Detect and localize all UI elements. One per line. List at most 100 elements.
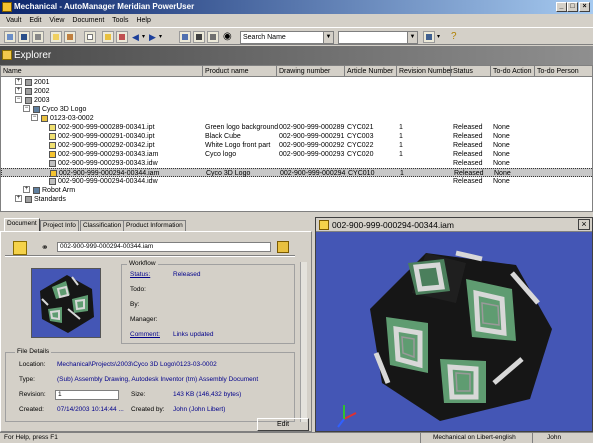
- cell-revision: 1: [399, 133, 403, 140]
- table-row[interactable]: 002-900-999-000293-00343.idw Released None: [1, 159, 592, 168]
- tab-classification[interactable]: Classification: [80, 220, 125, 231]
- row-name-text: 002-900-999-000294-00344.idw: [58, 178, 158, 185]
- folder-icon: [41, 114, 48, 122]
- view-thumbs-icon[interactable]: [207, 31, 219, 43]
- comment-link[interactable]: Comment:: [130, 331, 160, 338]
- open-folder-icon[interactable]: [277, 241, 289, 253]
- document-tabs: Document Project Info Classification Pro…: [0, 217, 312, 231]
- axis-triad: [337, 405, 357, 428]
- save-icon[interactable]: [18, 31, 30, 43]
- revision-label: Revision:: [19, 391, 46, 398]
- cabinet-icon: [25, 78, 32, 86]
- search-mode-combo[interactable]: Search Name ▼: [240, 31, 334, 44]
- row-name-text: Standards: [34, 196, 66, 203]
- revision-field[interactable]: 1: [55, 390, 119, 400]
- close-button[interactable]: ×: [579, 2, 590, 12]
- viewer-title: 002-900-999-000294-00344.iam: [332, 220, 454, 230]
- model-render[interactable]: [316, 233, 592, 431]
- table-row[interactable]: +2001: [1, 78, 592, 87]
- expand-icon[interactable]: +: [15, 195, 22, 202]
- table-row[interactable]: 002-900-999-000289-00341.ipt Green logo b…: [1, 123, 592, 132]
- viewer-close-button[interactable]: ×: [578, 219, 590, 230]
- tab-product-information[interactable]: Product Information: [123, 220, 186, 231]
- table-row[interactable]: − 2003: [1, 96, 592, 105]
- manager-label: Manager:: [130, 316, 158, 323]
- search-text-combo[interactable]: ▼: [338, 31, 418, 44]
- forward-dropdown-icon[interactable]: ▾: [159, 33, 162, 40]
- chevron-down-icon[interactable]: ▼: [323, 32, 333, 43]
- tab-document[interactable]: Document: [4, 218, 40, 231]
- chevron-down-icon[interactable]: ▼: [407, 32, 417, 43]
- cell-article: CYC021: [347, 124, 374, 131]
- column-name[interactable]: Name: [1, 66, 203, 77]
- column-revision-number[interactable]: Revision Number: [397, 66, 453, 77]
- minimize-button[interactable]: _: [556, 2, 567, 12]
- column-status[interactable]: Status: [451, 66, 491, 77]
- menu-view[interactable]: View: [49, 17, 64, 24]
- drawing-icon: [49, 159, 56, 167]
- collapse-icon[interactable]: −: [15, 96, 22, 103]
- row-name: Robot Arm: [33, 186, 75, 195]
- cell-todo: None: [493, 178, 510, 185]
- menu-edit[interactable]: Edit: [29, 17, 41, 24]
- help-icon[interactable]: ?: [451, 31, 457, 42]
- expand-icon[interactable]: +: [15, 87, 22, 94]
- collapse-icon[interactable]: −: [23, 105, 30, 112]
- edit-button[interactable]: Edit: [257, 418, 309, 431]
- status-link[interactable]: Status:: [130, 271, 150, 278]
- model-viewer[interactable]: 002-900-999-000294-00344.iam ×: [315, 217, 593, 432]
- toolbar: ◀ ▾ ▶ ▾ ◉ Search Name ▼ ▼ ▾ ?: [0, 27, 593, 45]
- expand-icon[interactable]: +: [15, 78, 22, 85]
- column-todo-person[interactable]: To-do Person: [535, 66, 592, 77]
- cell-drawing: 002-900-999-000292: [279, 142, 345, 149]
- view-details-icon[interactable]: [193, 31, 205, 43]
- maximize-button[interactable]: □: [567, 2, 578, 12]
- search-options-dropdown-icon[interactable]: ▾: [437, 33, 440, 40]
- table-row[interactable]: 002-900-999-000291-00340.ipt Black Cube 00…: [1, 132, 592, 141]
- menu-document[interactable]: Document: [72, 17, 104, 24]
- find-icon[interactable]: ◉: [223, 31, 232, 42]
- menu-vault[interactable]: Vault: [6, 17, 21, 24]
- row-name: 2002: [25, 87, 50, 96]
- explorer-grid[interactable]: Name Product name Drawing number Article…: [0, 65, 593, 212]
- cell-product: Black Cube: [205, 133, 241, 140]
- table-row[interactable]: − Cyco 3D Logo: [1, 105, 592, 114]
- table-row[interactable]: + Standards: [1, 195, 592, 204]
- row-name-text: 002-900-999-000289-00341.ipt: [58, 124, 155, 131]
- row-name-text: 0123-03-0002: [50, 115, 94, 122]
- table-row[interactable]: − 0123-03-0002: [1, 114, 592, 123]
- column-product-name[interactable]: Product name: [203, 66, 277, 77]
- collapse-icon[interactable]: −: [31, 114, 38, 121]
- forward-icon[interactable]: ▶: [149, 32, 156, 43]
- table-row[interactable]: 002-900-999-000294-00344.iam Cyco 3D Logo…: [1, 168, 592, 177]
- column-article-number[interactable]: Article Number: [345, 66, 397, 77]
- table-row[interactable]: +2002: [1, 87, 592, 96]
- table-row[interactable]: 002-900-999-000294-00344.idw Released None: [1, 177, 592, 186]
- back-icon[interactable]: ◀: [132, 32, 139, 43]
- back-dropdown-icon[interactable]: ▾: [142, 33, 145, 40]
- table-row[interactable]: + Robot Arm: [1, 186, 592, 195]
- folder-up-icon[interactable]: [102, 31, 114, 43]
- expand-icon[interactable]: +: [23, 186, 30, 193]
- column-todo-action[interactable]: To-do Action: [491, 66, 535, 77]
- menu-tools[interactable]: Tools: [112, 17, 128, 24]
- explorer-title: Explorer: [14, 50, 52, 61]
- cabinet-icon: [25, 195, 32, 203]
- paste-icon[interactable]: [64, 31, 76, 43]
- table-row[interactable]: 002-900-999-000292-00342.ipt White Logo f…: [1, 141, 592, 150]
- search-go-icon[interactable]: [423, 31, 435, 43]
- column-drawing-number[interactable]: Drawing number: [277, 66, 345, 77]
- document-scrollbar[interactable]: [300, 262, 307, 422]
- table-row[interactable]: 002-900-999-000293-00343.iam Cyco logo 002…: [1, 150, 592, 159]
- tab-project-info[interactable]: Project Info: [40, 220, 79, 231]
- view-list-icon[interactable]: [179, 31, 191, 43]
- move-icon[interactable]: [116, 31, 128, 43]
- document-filename-field[interactable]: 002-900-999-000294-00344.iam: [57, 242, 271, 252]
- by-label: By:: [130, 301, 140, 308]
- print-icon[interactable]: [32, 31, 44, 43]
- created-label: Created:: [19, 406, 44, 413]
- copy-icon[interactable]: [50, 31, 62, 43]
- new-document-icon[interactable]: [84, 31, 96, 43]
- open-icon[interactable]: [4, 31, 16, 43]
- menu-help[interactable]: Help: [136, 17, 150, 24]
